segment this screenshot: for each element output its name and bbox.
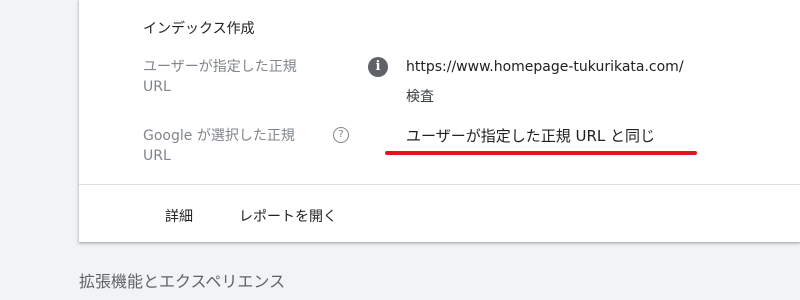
user-canonical-label: ユーザーが指定した正規 URL (143, 57, 333, 97)
help-icon[interactable]: ? (333, 127, 349, 143)
user-canonical-url: https://www.homepage-tukurikata.com/ (406, 59, 684, 75)
inspect-link[interactable]: 検査 (406, 86, 434, 106)
enhancements-heading: 拡張機能とエクスペリエンス (79, 272, 286, 291)
indexing-card: インデックス作成 ユーザーが指定した正規 URL i https://www.h… (79, 0, 800, 242)
google-canonical-label: Google が選択した正規 URL (143, 126, 333, 166)
details-button[interactable]: 詳細 (157, 198, 201, 234)
user-canonical-label-line1: ユーザーが指定した正規 (143, 59, 297, 75)
google-canonical-label-line1: Google が選択した正規 (143, 128, 295, 144)
info-icon[interactable]: i (368, 57, 388, 77)
page: インデックス作成 ユーザーが指定した正規 URL i https://www.h… (0, 0, 800, 300)
user-canonical-label-line2: URL (143, 79, 171, 95)
card-divider (79, 184, 800, 185)
google-canonical-value: ユーザーが指定した正規 URL と同じ (406, 127, 655, 145)
section-title: インデックス作成 (143, 21, 255, 37)
open-report-button[interactable]: レポートを開く (231, 198, 345, 234)
annotation-underline (385, 151, 697, 155)
google-canonical-label-line2: URL (143, 148, 171, 164)
